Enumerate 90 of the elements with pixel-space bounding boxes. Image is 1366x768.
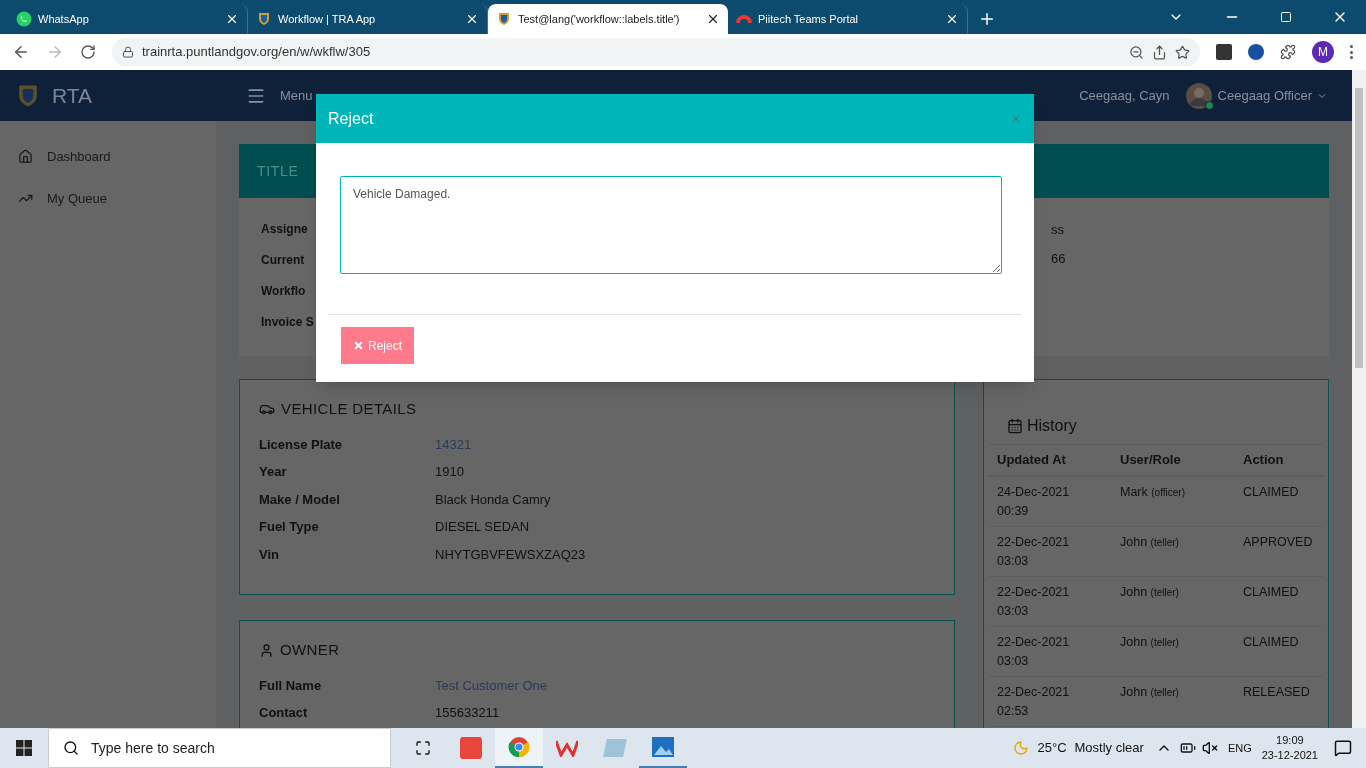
- tab-title: Test@lang('workflow::labels.title'): [518, 11, 681, 27]
- field-label: Fuel Type: [259, 518, 320, 536]
- dialog-title: Reject: [328, 108, 375, 129]
- field-label: Full Name: [259, 676, 323, 695]
- url-text: trainrta.puntlandgov.org/en/w/wkflw/305: [142, 43, 372, 62]
- reason-field[interactable]: Vehicle Damaged.: [340, 176, 1002, 274]
- search-input[interactable]: Type here to search: [91, 737, 376, 759]
- back-icon[interactable]: [12, 43, 30, 61]
- crest-icon: [496, 11, 512, 27]
- table-cell-text: 22-Dec-2021 03:03: [997, 534, 1071, 570]
- mute-icon[interactable]: [1201, 740, 1218, 756]
- browser-icon[interactable]: [495, 728, 543, 768]
- field-value: DIESEL SEDAN: [435, 518, 530, 536]
- share-icon[interactable]: [1152, 44, 1167, 60]
- table-cell-text: 22-Dec-2021 03:03: [997, 634, 1071, 670]
- field-label: License Plate: [259, 435, 344, 454]
- field-value: ss: [1051, 221, 1065, 239]
- address-field[interactable]: trainrta.puntlandgov.org/en/w/wkflw/305: [112, 38, 1200, 66]
- table-cell-text: CLAIMED: [1243, 634, 1299, 651]
- table-cell-text: John (teller): [1120, 634, 1180, 651]
- more-icon[interactable]: [1350, 45, 1354, 59]
- restore-icon[interactable]: [1280, 11, 1292, 23]
- language-indicator[interactable]: ENG: [1227, 739, 1252, 757]
- windows-icon: [16, 740, 32, 756]
- battery-icon[interactable]: [1179, 740, 1196, 756]
- field-label: Vin: [259, 545, 280, 564]
- table-cell-text: CLAIMED: [1243, 484, 1299, 501]
- calendar-icon: [1007, 418, 1023, 434]
- home-icon: [18, 149, 33, 165]
- field-label: Contact: [259, 704, 309, 722]
- table-cell-text: John (teller): [1120, 584, 1180, 601]
- card-heading: History: [1027, 416, 1077, 436]
- extensions-icon[interactable]: [1280, 44, 1296, 60]
- card-heading: VEHICLE DETAILS: [281, 399, 417, 419]
- user-icon: [259, 642, 274, 658]
- table-cell-text: 22-Dec-2021 03:03: [997, 584, 1071, 620]
- browser-tab[interactable]: Test@lang('workflow::labels.title'): [488, 4, 728, 34]
- bookmark-icon[interactable]: [1175, 44, 1190, 60]
- notifications-icon[interactable]: [1334, 739, 1352, 757]
- field-value: NHYTGBVFEWSXZAQ23: [435, 545, 586, 564]
- lock-icon: [122, 46, 134, 58]
- field-label: Make / Model: [259, 490, 341, 509]
- extension-icon[interactable]: [1248, 44, 1264, 60]
- close-icon[interactable]: [945, 12, 959, 26]
- table-cell-text: John (teller): [1120, 534, 1180, 551]
- close-icon[interactable]: [465, 12, 479, 26]
- temperature[interactable]: 25°C: [1037, 738, 1067, 758]
- field-label: Year: [259, 463, 288, 481]
- crest-icon: [256, 11, 272, 27]
- tab-title: Workflow | TRA App: [278, 11, 377, 27]
- weather-text[interactable]: Mostly clear: [1074, 738, 1144, 758]
- table-cell-text: Mark (officer): [1120, 484, 1186, 501]
- field-value: 1910: [435, 463, 464, 481]
- zoom-icon[interactable]: [1129, 44, 1144, 60]
- chat-bubble-icon: [16, 11, 32, 27]
- card-title: TITLE: [257, 161, 299, 181]
- close-icon[interactable]: [225, 12, 239, 26]
- field-label: Current: [261, 252, 306, 269]
- table-cell-text: John (teller): [1120, 684, 1180, 701]
- tab-title: WhatsApp: [38, 11, 90, 27]
- table-cell-text: 24-Dec-2021 00:39: [997, 484, 1071, 520]
- avatar: [1185, 82, 1212, 109]
- search-icon: [63, 740, 79, 756]
- reload-icon[interactable]: [80, 44, 96, 60]
- field-label: Assigne: [261, 221, 309, 238]
- arc-icon: [736, 15, 752, 23]
- card-heading: OWNER: [280, 640, 340, 660]
- menu-link[interactable]: Menu: [280, 85, 313, 106]
- field-label: Invoice S: [261, 314, 315, 331]
- field-value: 66: [1051, 249, 1066, 268]
- field-value: 155633211: [435, 704, 500, 722]
- column-header: User/Role: [1120, 451, 1182, 470]
- clock[interactable]: 19:09 23-12-2021: [1261, 733, 1318, 763]
- close-icon: [353, 340, 364, 351]
- user-menu[interactable]: Ceegaag Officer: [1217, 85, 1328, 106]
- table-cell-text: CLAIMED: [1243, 584, 1299, 601]
- field-value: Black Honda Camry: [435, 490, 551, 509]
- profile-avatar[interactable]: M: [1312, 41, 1334, 63]
- table-cell-text: APPROVED: [1243, 534, 1313, 551]
- column-header: Updated At: [997, 451, 1067, 470]
- table-cell-text: RELEASED: [1243, 684, 1310, 701]
- user-name: Ceegaag, Cayn: [1079, 86, 1170, 105]
- table-cell-text: 22-Dec-2021 02:53: [997, 684, 1071, 720]
- brand-name: RTA: [52, 82, 93, 109]
- taskbar-search[interactable]: Type here to search: [48, 728, 391, 768]
- new-tab-icon[interactable]: [978, 10, 996, 28]
- field-label: Workflo: [261, 283, 307, 300]
- close-icon[interactable]: [706, 12, 720, 26]
- column-header: Action: [1243, 451, 1284, 470]
- tab-title: Piitech Teams Portal: [758, 11, 860, 27]
